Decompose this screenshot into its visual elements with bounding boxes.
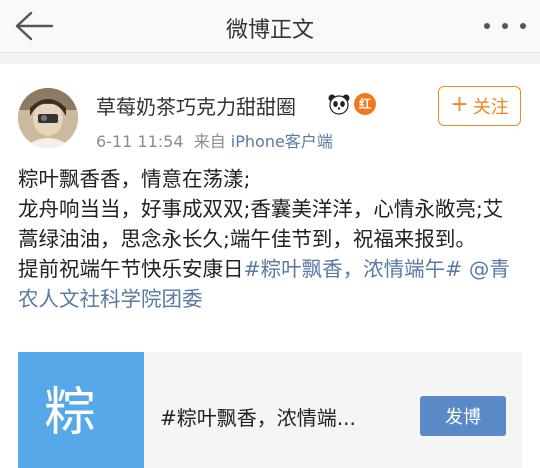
wish-text: 提前祝端午节快乐安康日 [18,257,244,281]
author-avatar[interactable] [18,88,78,148]
post-wish-line: 提前祝端午节快乐安康日#粽叶飘香，浓情端午# @青农人文社科学院团委 [18,254,518,314]
post-time: 6-11 11:54 [96,132,184,151]
plus-icon: + [450,92,469,117]
topic-thumbnail: 粽 [18,352,144,468]
topic-title[interactable]: #粽叶飘香，浓情端... [160,402,356,431]
panda-emoji-icon [328,93,350,115]
more-options-icon[interactable] [484,12,526,40]
follow-button[interactable]: + 关注 [438,86,521,126]
post-meta: 6-11 11:54 来自 iPhone客户端 [96,128,333,152]
hashtag-link[interactable]: #粽叶飘香，浓情端午# [244,257,463,281]
post-line: 粽叶飘香香，情意在荡漾; [18,167,251,191]
source-prefix: 来自 [193,132,226,151]
red-badge-icon: 红 [354,93,376,115]
follow-label: 关注 [472,97,509,118]
post-line: 龙舟响当当，好事成双双;香囊美洋洋，心情永敞亮;艾蒿绿油油，思念永长久;端午佳节… [18,197,504,251]
page-title: 微博正文 [225,18,314,43]
post-body: 粽叶飘香香，情意在荡漾; 龙舟响当当，好事成双双;香囊美洋洋，心情永敞亮;艾蒿绿… [18,164,518,314]
post-source-link[interactable]: iPhone客户端 [231,132,333,151]
top-nav-bar: 微博正文 [0,0,540,52]
section-divider [0,52,540,64]
post-button[interactable]: 发博 [420,396,506,436]
author-name[interactable]: 草莓奶茶巧克力甜甜圈 [96,91,296,120]
topic-card[interactable]: 粽 #粽叶飘香，浓情端... 发博 [18,352,522,468]
thumbnail-glyph: 粽 [44,383,97,443]
